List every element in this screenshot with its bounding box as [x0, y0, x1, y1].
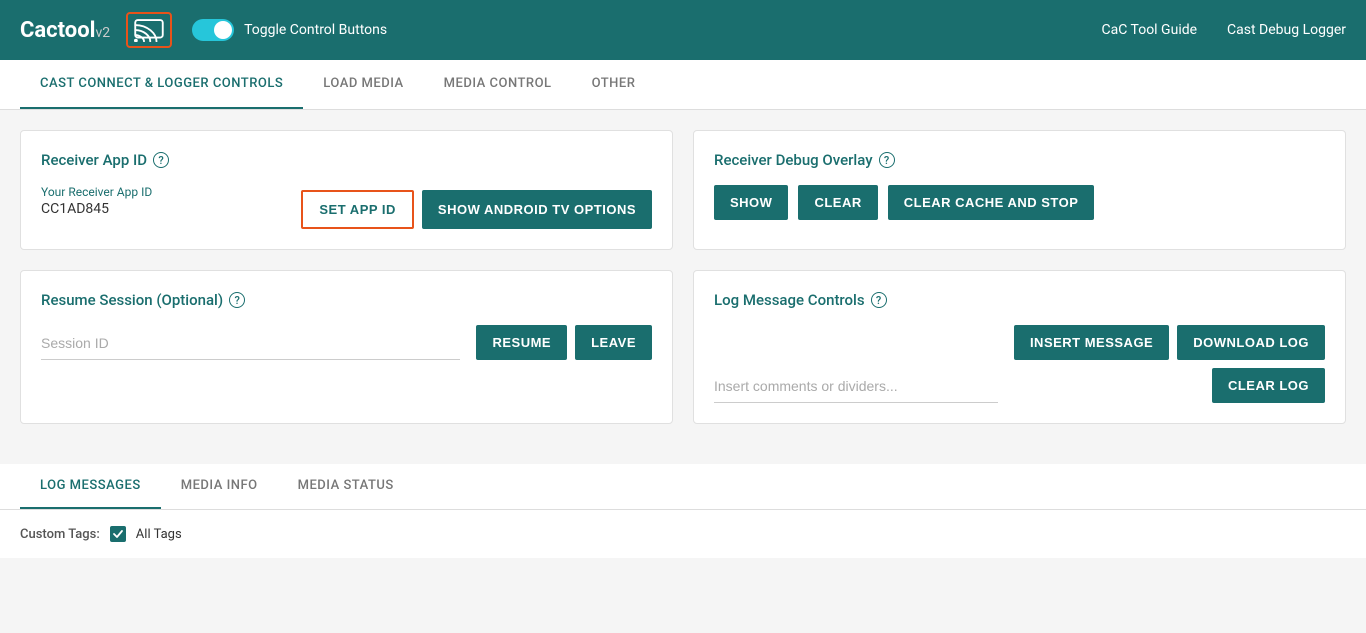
show-debug-overlay-button[interactable]: SHOW: [714, 185, 788, 220]
receiver-debug-overlay-title: Receiver Debug Overlay ?: [714, 151, 1325, 169]
toggle-section: Toggle Control Buttons: [192, 19, 387, 41]
resume-session-body: RESUME LEAVE: [41, 325, 652, 360]
insert-message-button[interactable]: INSERT MESSAGE: [1014, 325, 1169, 360]
leave-button[interactable]: LEAVE: [575, 325, 652, 360]
clear-cache-and-stop-button[interactable]: CLEAR CACHE AND STOP: [888, 185, 1095, 220]
toggle-knob: [214, 21, 232, 39]
log-message-controls-body: INSERT MESSAGE DOWNLOAD LOG CLEAR LOG: [714, 325, 1325, 403]
session-id-input[interactable]: [41, 327, 460, 360]
all-tags-label: All Tags: [136, 527, 182, 542]
toggle-control-buttons[interactable]: [192, 19, 234, 41]
clear-log-button[interactable]: CLEAR LOG: [1212, 368, 1325, 403]
tab-media-control[interactable]: MEDIA CONTROL: [424, 60, 572, 109]
log-message-controls-card: Log Message Controls ? INSERT MESSAGE DO…: [693, 270, 1346, 424]
bottom-tab-bar: LOG MESSAGES MEDIA INFO MEDIA STATUS: [0, 464, 1366, 510]
download-log-button[interactable]: DOWNLOAD LOG: [1177, 325, 1325, 360]
receiver-debug-overlay-card: Receiver Debug Overlay ? SHOW CLEAR CLEA…: [693, 130, 1346, 250]
receiver-app-id-title: Receiver App ID ?: [41, 151, 652, 169]
tab-cast-connect-logger[interactable]: CAST CONNECT & LOGGER CONTROLS: [20, 60, 303, 109]
top-cards-row: Receiver App ID ? Your Receiver App ID C…: [20, 130, 1346, 250]
receiver-app-id-input-label: Your Receiver App ID: [41, 185, 285, 199]
tab-media-status[interactable]: MEDIA STATUS: [278, 464, 414, 509]
all-tags-checkbox[interactable]: [110, 526, 126, 542]
log-comment-input[interactable]: [714, 370, 998, 403]
receiver-app-id-input-area: Your Receiver App ID CC1AD845: [41, 185, 285, 229]
log-comment-input-area: [714, 370, 998, 403]
checkmark-icon: [112, 528, 124, 540]
receiver-debug-overlay-buttons: SHOW CLEAR CLEAR CACHE AND STOP: [714, 185, 1325, 220]
logo-text: Cactoolv2: [20, 18, 110, 43]
toggle-label: Toggle Control Buttons: [244, 22, 387, 38]
log-message-controls-help-icon[interactable]: ?: [871, 292, 887, 308]
log-message-buttons: INSERT MESSAGE DOWNLOAD LOG CLEAR LOG: [1014, 325, 1325, 403]
receiver-debug-overlay-help-icon[interactable]: ?: [879, 152, 895, 168]
resume-session-buttons: RESUME LEAVE: [476, 325, 652, 360]
set-app-id-button[interactable]: SET APP ID: [301, 190, 414, 229]
cast-icon: [134, 18, 164, 42]
clear-debug-overlay-button[interactable]: CLEAR: [798, 185, 877, 220]
header-nav: CaC Tool Guide Cast Debug Logger: [1102, 22, 1347, 38]
tab-other[interactable]: OTHER: [572, 60, 656, 109]
receiver-app-id-card: Receiver App ID ? Your Receiver App ID C…: [20, 130, 673, 250]
custom-tags-bar: Custom Tags: All Tags: [0, 510, 1366, 558]
logo-area: Cactoolv2: [20, 12, 172, 48]
log-bottom-buttons: CLEAR LOG: [1212, 368, 1325, 403]
bottom-cards-row: Resume Session (Optional) ? RESUME LEAVE…: [20, 270, 1346, 424]
receiver-app-id-body: Your Receiver App ID CC1AD845 SET APP ID…: [41, 185, 652, 229]
session-id-input-area: [41, 327, 460, 360]
log-message-controls-title: Log Message Controls ?: [714, 291, 1325, 309]
main-content: Receiver App ID ? Your Receiver App ID C…: [0, 110, 1366, 464]
main-tab-bar: CAST CONNECT & LOGGER CONTROLS LOAD MEDI…: [0, 60, 1366, 110]
tab-media-info[interactable]: MEDIA INFO: [161, 464, 278, 509]
app-header: Cactoolv2 Toggle Control Buttons CaC Too…: [0, 0, 1366, 60]
receiver-app-id-value: CC1AD845: [41, 201, 285, 217]
resume-button[interactable]: RESUME: [476, 325, 567, 360]
resume-session-help-icon[interactable]: ?: [229, 292, 245, 308]
resume-session-card: Resume Session (Optional) ? RESUME LEAVE: [20, 270, 673, 424]
resume-session-title: Resume Session (Optional) ?: [41, 291, 652, 309]
log-top-buttons: INSERT MESSAGE DOWNLOAD LOG: [1014, 325, 1325, 360]
tab-load-media[interactable]: LOAD MEDIA: [303, 60, 423, 109]
logo-version: v2: [95, 25, 110, 41]
nav-cast-debug-logger[interactable]: Cast Debug Logger: [1227, 22, 1346, 38]
receiver-app-id-buttons: SET APP ID SHOW ANDROID TV OPTIONS: [301, 190, 652, 229]
show-android-tv-options-button[interactable]: SHOW ANDROID TV OPTIONS: [422, 190, 652, 229]
custom-tags-label: Custom Tags:: [20, 527, 100, 542]
tab-log-messages[interactable]: LOG MESSAGES: [20, 464, 161, 509]
cast-icon-box[interactable]: [126, 12, 172, 48]
nav-cac-tool-guide[interactable]: CaC Tool Guide: [1102, 22, 1198, 38]
receiver-app-id-help-icon[interactable]: ?: [153, 152, 169, 168]
